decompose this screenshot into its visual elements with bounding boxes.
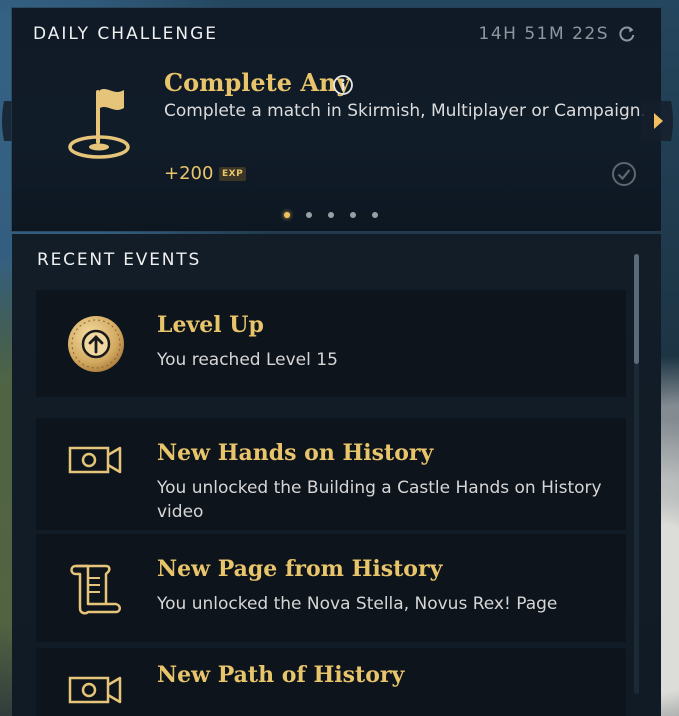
event-item-level-up[interactable]: Level Up You reached Level 15 [36,290,626,397]
event-item-hands-on-history[interactable]: New Hands on History You unlocked the Bu… [36,418,626,530]
event-item-page-from-history[interactable]: New Page from History You unlocked the N… [36,534,626,642]
event-description: You unlocked the Nova Stella, Novus Rex!… [157,594,558,614]
recent-events-panel: RECENT EVENTS Level Up You reached Level… [12,234,661,716]
challenge-pager [284,212,378,218]
recent-events-title: RECENT EVENTS [37,250,202,270]
event-title: New Path of History [157,662,405,688]
challenge-reward: +200 [164,163,214,184]
video-camera-icon [68,446,122,474]
event-title: New Hands on History [157,440,434,466]
pager-dot[interactable] [328,212,334,218]
challenge-timer: 14H 51M 22S [478,24,609,44]
events-scrollbar[interactable] [634,254,639,694]
event-item-path-of-history[interactable]: New Path of History [36,648,626,716]
daily-challenge-title: DAILY CHALLENGE [33,24,219,44]
event-description: You reached Level 15 [157,350,338,370]
exp-badge: EXP [219,167,247,181]
daily-challenge-panel: DAILY CHALLENGE 14H 51M 22S Complete Any… [12,8,661,231]
scroll-icon [70,564,121,615]
info-icon[interactable] [332,74,354,96]
refresh-icon[interactable] [617,24,637,44]
completion-check-icon [612,162,636,186]
challenge-name: Complete Any [164,68,351,97]
level-up-medallion-icon [68,316,124,372]
scrollbar-thumb[interactable] [634,254,639,364]
pager-dot[interactable] [350,212,356,218]
pager-dot[interactable] [306,212,312,218]
event-description: You unlocked the Building a Castle Hands… [157,478,602,522]
event-title: New Page from History [157,556,443,582]
event-title: Level Up [157,312,264,338]
next-challenge-arrow-icon[interactable] [641,101,675,141]
pager-dot[interactable] [372,212,378,218]
pager-dot-active[interactable] [284,212,290,218]
challenge-description: Complete a match in Skirmish, Multiplaye… [164,101,646,121]
video-camera-icon [68,676,122,704]
flag-icon [68,89,130,159]
